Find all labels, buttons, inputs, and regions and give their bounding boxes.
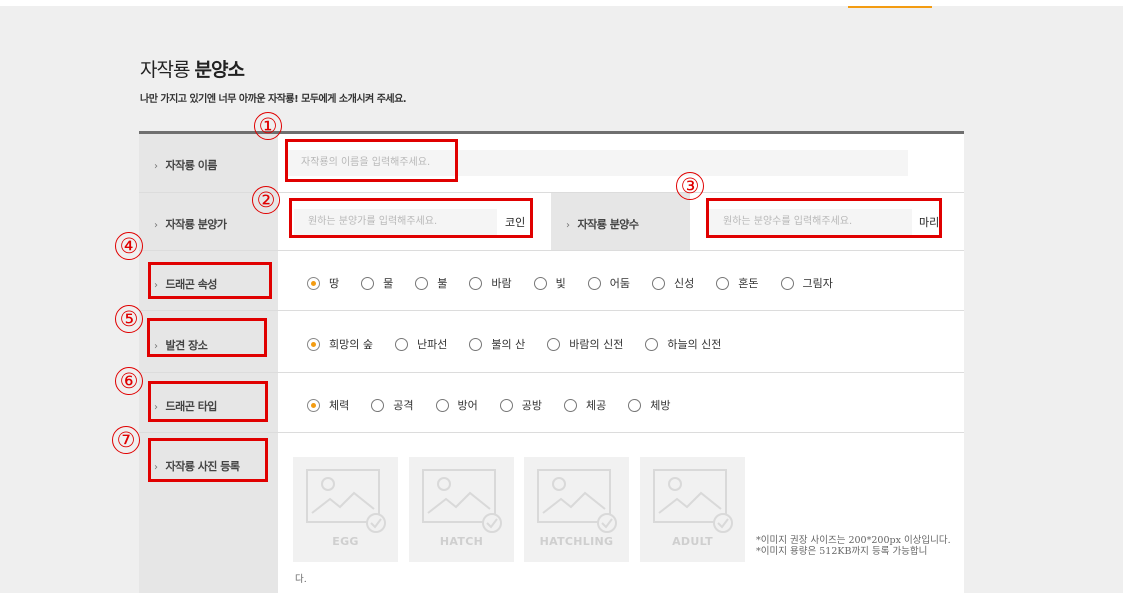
type-option[interactable]: 체공 [564, 397, 606, 413]
radio-icon [645, 337, 659, 351]
attribute-radio-group: 땅 물 불 바람 빛 어둠 신성 혼돈 그림자 [307, 275, 855, 291]
location-option[interactable]: 난파선 [394, 336, 447, 352]
annotation-3: ③ [676, 172, 704, 200]
photo-slot-adult[interactable]: ADULT [640, 457, 745, 562]
type-option[interactable]: 체력 [307, 397, 349, 413]
radio-icon [716, 276, 730, 290]
location-radio-group: 희망의 숲 난파선 불의 산 바람의 신전 하늘의 신전 [307, 336, 743, 352]
name-label: › 자작룡 이름 [154, 159, 217, 172]
photo-slot-caption: EGG [332, 535, 359, 548]
highlight-box-price-input [289, 198, 533, 238]
annotation-6: ⑥ [115, 367, 143, 395]
row-divider [139, 250, 964, 251]
row-divider [139, 310, 964, 311]
radio-icon [371, 398, 385, 412]
highlight-box-photo-label [148, 438, 268, 482]
radio-icon [469, 276, 483, 290]
location-option[interactable]: 하늘의 신전 [645, 336, 721, 352]
type-radio-group: 체력 공격 방어 공방 체공 체방 [307, 397, 693, 413]
price-label: › 자작룡 분양가 [154, 218, 227, 231]
attribute-option[interactable]: 신성 [652, 275, 694, 291]
radio-icon [780, 276, 794, 290]
image-placeholder-icon [537, 469, 617, 533]
radio-icon [499, 398, 513, 412]
radio-icon [469, 337, 483, 351]
radio-icon [307, 276, 320, 290]
type-option[interactable]: 방어 [435, 397, 478, 413]
annotation-4: ④ [115, 232, 143, 260]
top-strip [0, 0, 1123, 6]
attribute-option[interactable]: 빛 [533, 275, 566, 291]
type-option[interactable]: 공방 [499, 397, 542, 413]
radio-icon [547, 337, 561, 351]
attribute-option[interactable]: 바람 [469, 275, 512, 291]
image-placeholder-icon [422, 469, 502, 533]
annotation-1: ① [254, 112, 282, 140]
radio-icon [361, 276, 375, 290]
radio-icon [564, 398, 577, 412]
location-option[interactable]: 바람의 신전 [547, 336, 623, 352]
attribute-option[interactable]: 어둠 [587, 275, 630, 291]
annotation-5: ⑤ [115, 305, 143, 333]
radio-icon [533, 276, 547, 290]
count-label: › 자작룡 분양수 [566, 218, 639, 231]
page-subtitle: 나만 가지고 있기엔 너무 아까운 자작룡! 모두에게 소개시켜 주세요. [140, 94, 407, 105]
annotation-7: ⑦ [112, 426, 140, 454]
row-divider [139, 372, 964, 373]
radio-icon [307, 398, 320, 412]
image-note-tail: 다. [295, 574, 307, 585]
radio-icon [435, 398, 449, 412]
active-tab-indicator [848, 6, 932, 8]
location-option[interactable]: 불의 산 [469, 336, 525, 352]
attribute-option[interactable]: 불 [415, 275, 447, 291]
attribute-option[interactable]: 혼돈 [716, 275, 759, 291]
radio-icon [587, 276, 601, 290]
attribute-option[interactable]: 그림자 [780, 275, 833, 291]
highlight-box-name-input [285, 139, 458, 182]
location-option[interactable]: 희망의 숲 [307, 336, 373, 352]
photo-slot-caption: HATCH [439, 535, 484, 548]
image-size-note: *이미지 권장 사이즈는 200*200px 이상입니다. *이미지 용량은 5… [756, 535, 951, 557]
highlight-box-location-label [147, 318, 267, 357]
radio-icon [652, 276, 665, 290]
row-divider [139, 432, 964, 433]
photo-slot-hatch[interactable]: HATCH [409, 457, 514, 562]
radio-icon [307, 337, 320, 351]
image-placeholder-icon [306, 469, 386, 533]
photo-slot-egg[interactable]: EGG [293, 457, 398, 562]
radio-icon [628, 398, 642, 412]
photo-slot-caption: ADULT [672, 535, 713, 548]
attribute-option[interactable]: 물 [361, 275, 393, 291]
photo-slot-caption: HATCHLING [539, 535, 614, 548]
highlight-box-type-label [148, 381, 268, 422]
highlight-box-count-input [706, 198, 942, 238]
type-option[interactable]: 공격 [371, 397, 414, 413]
image-placeholder-icon [653, 469, 733, 533]
attribute-option[interactable]: 땅 [307, 275, 339, 291]
radio-icon [415, 276, 429, 290]
annotation-2: ② [252, 186, 280, 214]
page-title: 자작룡 분양소 [140, 59, 245, 81]
radio-icon [394, 337, 408, 351]
highlight-box-attribute-label [148, 262, 272, 299]
type-option[interactable]: 체방 [628, 397, 671, 413]
photo-slot-hatchling[interactable]: HATCHLING [524, 457, 629, 562]
